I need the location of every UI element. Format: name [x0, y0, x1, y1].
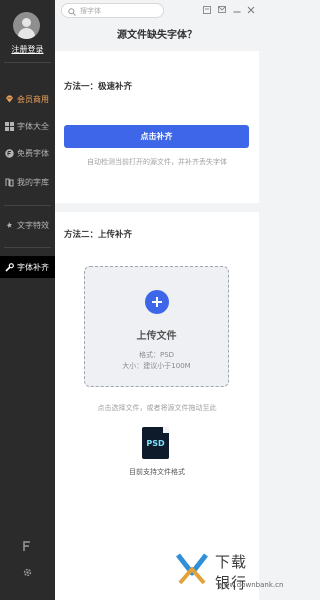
- my-library-icon: [4, 177, 14, 187]
- divider: [4, 247, 51, 248]
- upload-format: 格式：PSD: [138, 351, 175, 359]
- login-link[interactable]: 注册登录: [0, 44, 55, 55]
- sidebar-item-free-fonts[interactable]: 免费字体: [0, 142, 55, 164]
- wrench-icon: [4, 262, 14, 272]
- sidebar-item-label: 会员商用: [17, 94, 49, 104]
- sidebar-item-my-library[interactable]: 我的字库: [0, 171, 55, 193]
- close-icon[interactable]: [246, 5, 255, 14]
- upload-title: 上传文件: [136, 331, 177, 342]
- vip-diamond-icon: [4, 94, 14, 104]
- sidebar-item-label: 字体大全: [17, 121, 49, 131]
- sidebar-item-text-effects[interactable]: 文字特效: [0, 214, 55, 236]
- supported-formats-label: 目前支持文件格式: [129, 468, 185, 476]
- watermark-url: www.downbank.cn: [218, 581, 284, 589]
- mail-icon[interactable]: [217, 5, 226, 14]
- method2-heading: 方法二：上传补齐: [64, 230, 133, 240]
- search-icon: [68, 1, 76, 20]
- page-title: 源文件缺失字体？: [117, 30, 197, 41]
- plus-icon: [145, 290, 169, 314]
- sidebar-item-label: 字体补齐: [17, 262, 49, 272]
- skin-icon[interactable]: [202, 5, 211, 14]
- method2-hint: 点击选择文件，或者将源文件拖动至此: [97, 404, 217, 412]
- text-effect-icon: [4, 220, 14, 230]
- sidebar-item-vip[interactable]: 会员商用: [0, 88, 55, 110]
- fix-fonts-button[interactable]: 点击补齐: [64, 125, 249, 148]
- sidebar-item-all-fonts[interactable]: 字体大全: [0, 115, 55, 137]
- sidebar-item-label: 我的字库: [17, 177, 49, 187]
- sidebar-item-font-fix[interactable]: 字体补齐: [0, 256, 55, 278]
- font-tool-icon[interactable]: [19, 539, 35, 553]
- watermark-logo-icon: [172, 549, 212, 589]
- avatar[interactable]: [13, 12, 40, 39]
- sidebar-item-label: 免费字体: [17, 148, 49, 158]
- minimize-icon[interactable]: [232, 5, 241, 14]
- main-panel: 源文件缺失字体？ 方法一：极速补齐 点击补齐 自动检测当前打开的源文件，并补齐丢…: [55, 0, 283, 600]
- psd-file-icon: PSD: [142, 427, 169, 459]
- upload-dropzone[interactable]: 上传文件 格式：PSD 大小：建议小于100M: [84, 266, 229, 387]
- search-input[interactable]: [80, 6, 158, 15]
- free-badge-icon: [4, 148, 14, 158]
- method1-hint: 自动检测当前打开的源文件，并补齐丢失字体: [87, 158, 227, 166]
- upload-size: 大小：建议小于100M: [122, 362, 191, 370]
- search-box[interactable]: [61, 3, 164, 18]
- gear-icon[interactable]: [19, 565, 35, 579]
- divider: [4, 62, 51, 63]
- psd-icon-text: PSD: [146, 438, 165, 448]
- sidebar-item-label: 文字特效: [17, 220, 49, 230]
- grid-icon: [4, 121, 14, 131]
- sidebar: 注册登录 会员商用 字体大全 免费字体 我的字库 文字特效 字体补齐: [0, 0, 55, 600]
- divider: [4, 205, 51, 206]
- method1-heading: 方法一：极速补齐: [64, 82, 133, 92]
